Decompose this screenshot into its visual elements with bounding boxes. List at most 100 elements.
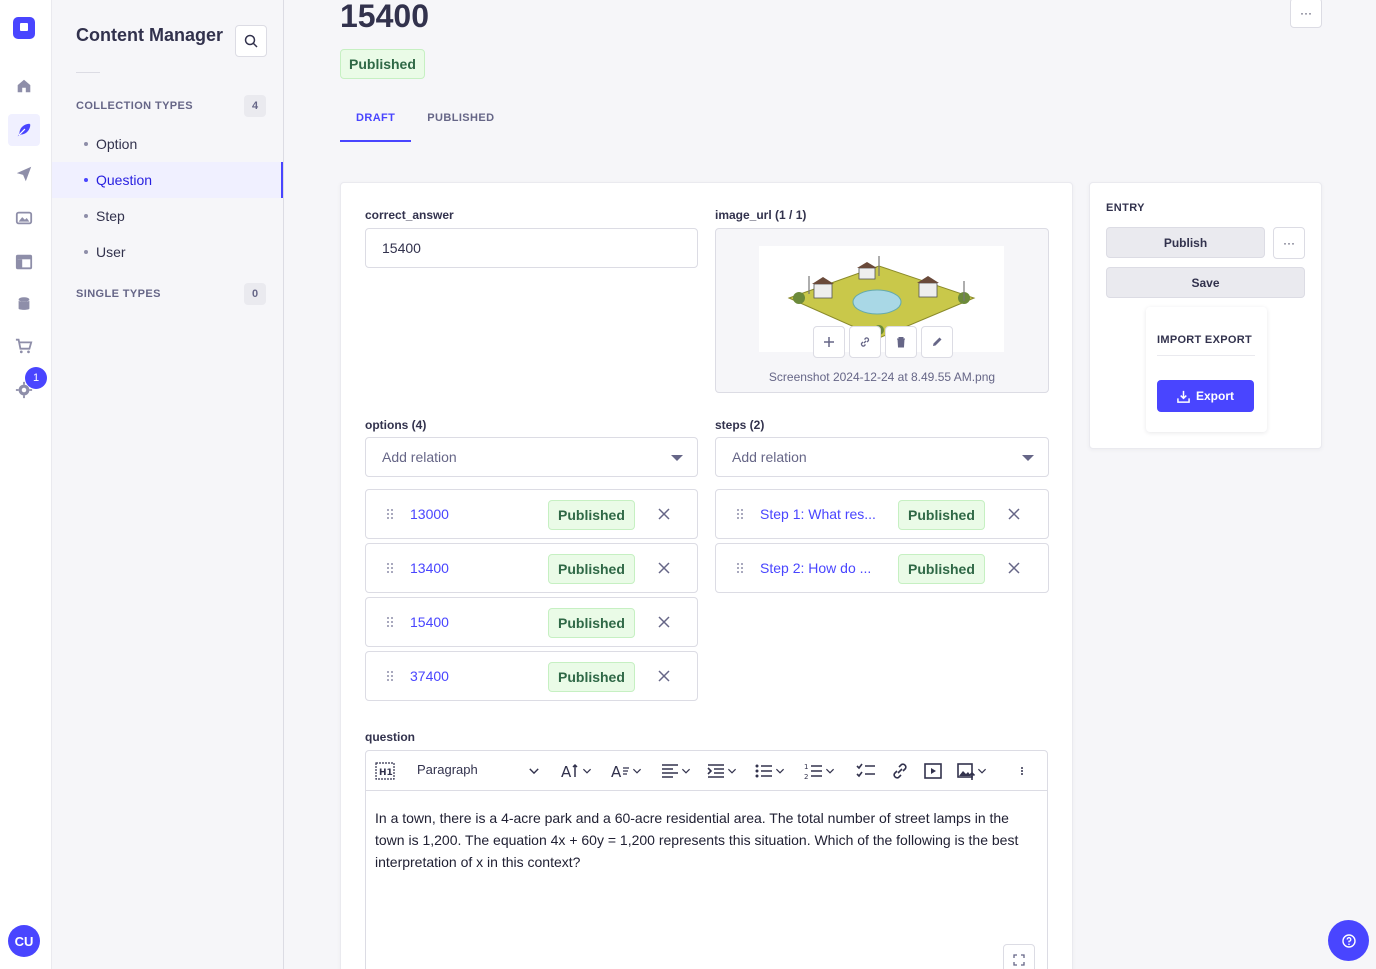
remove-relation-icon[interactable] [656,668,672,684]
font-style-icon[interactable]: A [611,759,643,783]
database-icon[interactable] [8,288,40,320]
svg-text:1: 1 [804,763,808,771]
trash-icon [897,337,905,348]
entry-section-heading: ENTRY [1106,202,1145,214]
save-button[interactable]: Save [1106,267,1305,298]
relation-item: 37400 Published [365,651,698,701]
sidebar-item-label: Question [96,172,153,188]
remove-relation-icon[interactable] [1006,506,1022,522]
sidebar-item-option[interactable]: Option [52,126,283,162]
link-icon [860,337,870,347]
drag-handle-icon[interactable] [386,562,394,574]
import-export-heading: IMPORT EXPORT [1157,334,1252,346]
help-question-icon [1341,933,1356,948]
bulleted-list-icon[interactable] [754,759,786,783]
strapi-logo-icon[interactable] [13,17,35,39]
image-url-label: image_url (1 / 1) [715,208,807,222]
relation-link[interactable]: Step 2: How do ... [760,560,871,576]
expand-icon [1013,954,1025,966]
font-size-icon[interactable]: A [561,759,593,783]
relation-link[interactable]: 13000 [410,506,449,522]
align-icon[interactable] [660,759,692,783]
subnav-title: Content Manager [76,25,224,45]
help-button[interactable] [1328,920,1369,961]
relation-link[interactable]: 15400 [410,614,449,630]
fullscreen-expand-button[interactable] [1003,944,1035,969]
todo-list-icon[interactable] [856,759,876,783]
drag-handle-icon[interactable] [736,562,744,574]
chevron-down-icon[interactable] [527,759,541,783]
remove-relation-icon[interactable] [656,506,672,522]
sidebar-item-label: Option [96,136,138,152]
entry-more-actions-button[interactable]: ··· [1273,227,1305,259]
status-badge: Published [548,554,635,584]
publish-button[interactable]: Publish [1106,227,1265,258]
add-media-button[interactable] [813,326,845,358]
subnav-search-button[interactable] [235,25,267,57]
edit-media-button[interactable] [921,326,953,358]
layout-icon[interactable] [8,246,40,278]
relation-link[interactable]: Step 1: What res... [760,506,876,522]
drag-handle-icon[interactable] [386,670,394,682]
drag-handle-icon[interactable] [736,508,744,520]
tab-draft[interactable]: DRAFT [340,104,412,142]
heading-h1-icon[interactable]: H1 [375,759,395,783]
single-types-heading: SINGLE TYPES [76,288,161,300]
steps-add-relation-select[interactable]: Add relation [715,437,1049,477]
insert-image-icon[interactable] [956,759,988,783]
svg-text:2: 2 [804,773,808,781]
delete-media-button[interactable] [885,326,917,358]
more-vertical-icon[interactable] [1017,759,1027,783]
status-badge: Published [548,500,635,530]
sidebar-item-question[interactable]: Question [52,162,283,198]
plus-icon [824,337,834,347]
content-manager-feather-icon[interactable] [8,114,40,146]
relation-item: Step 1: What res... Published [715,489,1049,539]
drag-handle-icon[interactable] [386,616,394,628]
paper-plane-icon[interactable] [8,158,40,190]
svg-text:A: A [611,763,622,781]
numbered-list-icon[interactable]: 12 [804,759,836,783]
marketplace-cart-icon[interactable] [8,330,40,362]
bullet-icon [84,142,88,146]
relation-link[interactable]: 13400 [410,560,449,576]
steps-add-relation-placeholder: Add relation [732,449,807,465]
indent-icon[interactable] [706,759,738,783]
entry-side-panel: ENTRY Publish ··· Save IMPORT EXPORT Exp… [1089,182,1322,449]
remove-relation-icon[interactable] [656,560,672,576]
correct-answer-input[interactable]: 15400 [365,228,698,268]
relation-item: 15400 Published [365,597,698,647]
remove-relation-icon[interactable] [656,614,672,630]
media-embed-icon[interactable] [923,759,943,783]
relation-item: 13000 Published [365,489,698,539]
link-icon[interactable] [890,759,910,783]
user-avatar[interactable]: CU [8,925,40,957]
options-label: options (4) [365,418,427,432]
bullet-icon [84,250,88,254]
settings-notification-badge: 1 [25,367,47,389]
drag-handle-icon[interactable] [386,508,394,520]
media-input[interactable]: Screenshot 2024-12-24 at 8.49.55 AM.png [715,228,1049,393]
export-button[interactable]: Export [1157,380,1254,412]
sidebar-item-label: Step [96,208,125,224]
header-more-actions-button[interactable]: ··· [1290,0,1322,28]
block-type-select[interactable]: Paragraph [417,762,478,777]
status-badge: Published [898,500,985,530]
remove-relation-icon[interactable] [1006,560,1022,576]
sidebar-item-user[interactable]: User [52,234,283,270]
rich-text-editor: H1 Paragraph A A 1 2 In a town, there is… [365,750,1048,969]
relation-link[interactable]: 37400 [410,668,449,684]
bullet-icon [84,178,88,182]
media-library-icon[interactable] [8,202,40,234]
copy-link-button[interactable] [849,326,881,358]
home-icon[interactable] [8,70,40,102]
editor-content[interactable]: In a town, there is a 4-acre park and a … [375,807,1030,873]
status-badge: Published [898,554,985,584]
tab-published[interactable]: PUBLISHED [411,104,510,142]
sidebar-item-step[interactable]: Step [52,198,283,234]
collection-types-heading: COLLECTION TYPES [76,100,194,112]
status-badge: Published [548,608,635,638]
media-actions [813,326,957,358]
options-add-relation-select[interactable]: Add relation [365,437,698,477]
editor-toolbar: H1 Paragraph A A 1 2 [366,751,1047,791]
